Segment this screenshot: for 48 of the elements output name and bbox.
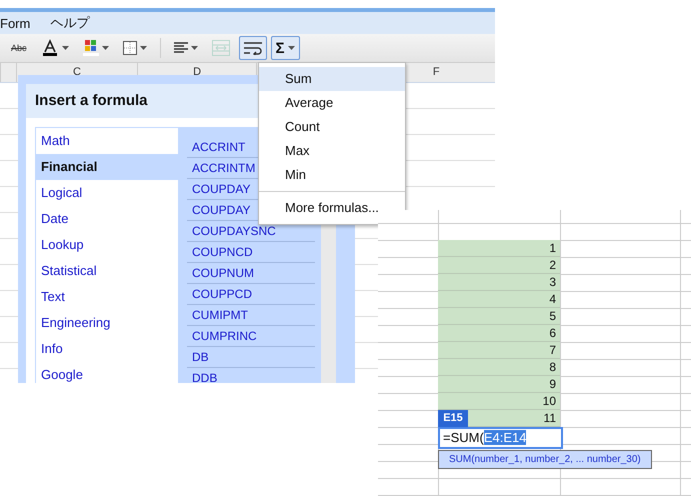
table-cell: 3 bbox=[438, 274, 560, 291]
table-cell: 6 bbox=[438, 325, 560, 342]
category-item[interactable]: Math bbox=[36, 128, 178, 154]
function-item[interactable]: DB bbox=[187, 347, 315, 368]
align-left-icon bbox=[174, 42, 188, 54]
function-item[interactable]: CUMPRINC bbox=[187, 326, 315, 347]
merge-cells-icon bbox=[212, 40, 230, 56]
sum-button[interactable]: Σ bbox=[270, 36, 300, 60]
table-cell: 8 bbox=[438, 359, 560, 376]
category-item[interactable]: Logical bbox=[36, 180, 178, 206]
table-cell: 10 bbox=[438, 393, 560, 410]
formula-tooltip: SUM(number_1, number_2, ... number_30) bbox=[438, 450, 652, 469]
menu-item[interactable]: Count bbox=[259, 115, 405, 139]
strike-button[interactable]: Abc bbox=[6, 36, 32, 60]
table-cell: 1 bbox=[438, 240, 560, 257]
category-item[interactable]: Date bbox=[36, 206, 178, 232]
table-cell: 2 bbox=[438, 257, 560, 274]
formula-input[interactable]: =SUM(E4:E14 bbox=[438, 427, 563, 449]
category-item[interactable]: Info bbox=[36, 336, 178, 362]
function-item[interactable]: DDB bbox=[187, 368, 315, 383]
caret-icon bbox=[62, 46, 69, 50]
function-item[interactable]: CUMIPMT bbox=[187, 305, 315, 326]
caret-icon bbox=[190, 46, 198, 50]
menu-item[interactable]: Sum bbox=[259, 67, 405, 91]
caret-icon bbox=[288, 46, 295, 50]
category-item[interactable]: Lookup bbox=[36, 232, 178, 258]
cell-name-badge: E15 bbox=[438, 410, 468, 427]
category-item[interactable]: Google bbox=[36, 362, 178, 383]
category-item[interactable]: Statistical bbox=[36, 258, 178, 284]
menu-item[interactable]: Form bbox=[0, 16, 30, 30]
function-item[interactable]: COUPNCD bbox=[187, 242, 315, 263]
caret-icon bbox=[102, 46, 109, 50]
table-cell: 4 bbox=[438, 291, 560, 308]
table-cell: 5 bbox=[438, 308, 560, 325]
function-item[interactable]: COUPPCD bbox=[187, 284, 315, 305]
caret-icon bbox=[140, 46, 147, 50]
category-item[interactable]: Financial bbox=[36, 154, 178, 180]
wrap-button[interactable] bbox=[238, 36, 267, 60]
function-item[interactable]: COUPNUM bbox=[187, 263, 315, 284]
menu-item[interactable]: ヘルプ bbox=[50, 14, 90, 32]
table-cell: 9 bbox=[438, 376, 560, 393]
text-color-icon bbox=[40, 39, 59, 57]
table-cell: 7 bbox=[438, 342, 560, 359]
wrap-text-icon bbox=[244, 41, 262, 55]
fill-color-icon bbox=[82, 39, 99, 57]
category-item[interactable]: Text bbox=[36, 284, 178, 310]
borders-icon bbox=[122, 41, 137, 55]
category-item[interactable]: Engineering bbox=[36, 310, 178, 336]
